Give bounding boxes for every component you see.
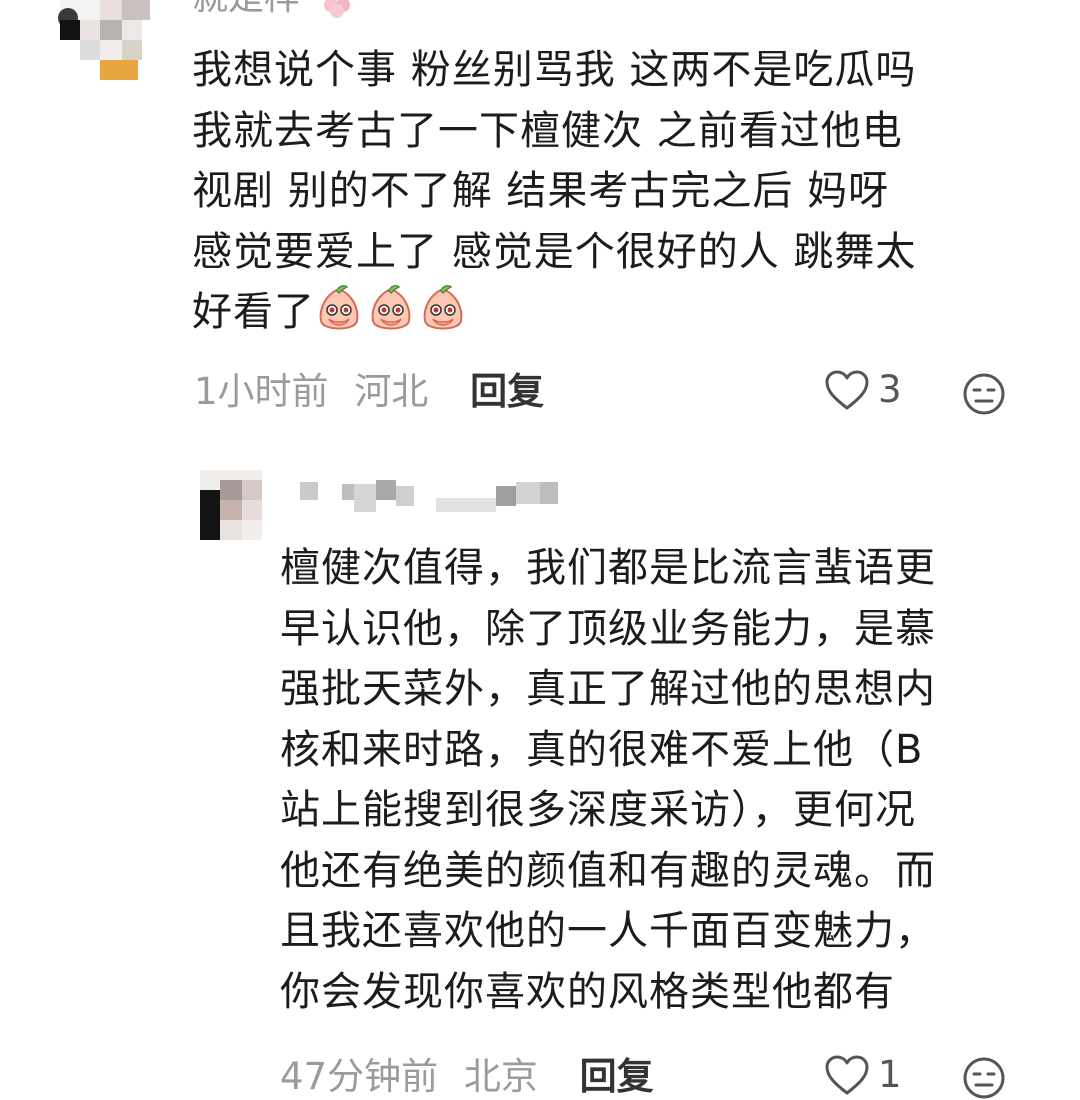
reply-text: 檀健次值得，我们都是比流言蜚语更 早认识他，除了顶级业务能力，是慕 强批天菜外，… xyxy=(280,538,1040,1022)
comment-line: 我就去考古了一下檀健次 之前看过他电 xyxy=(192,107,903,154)
peach-emoji-icon xyxy=(367,283,415,335)
reply-line: 且我还喜欢他的一人千面百变魅力， xyxy=(280,908,936,954)
reply-line: 站上能搜到很多深度采访），更何况 xyxy=(280,787,916,833)
comment-location: 河北 xyxy=(354,370,429,413)
dislike-button[interactable] xyxy=(962,372,1006,416)
author-name: 就是样 xyxy=(192,0,300,18)
comment-line: 感觉要爱上了 感觉是个很好的人 跳舞太 xyxy=(192,228,917,275)
reply-author[interactable] xyxy=(296,478,566,522)
reply-time: 47分钟前 xyxy=(280,1055,439,1098)
reply-line: 核和来时路，真的很难不爱上他（B xyxy=(280,726,924,773)
comment-meta: 1小时前 河北 回复 xyxy=(194,370,544,414)
reply-dislike-button[interactable] xyxy=(962,1056,1006,1100)
reply-line: 强批天菜外，真正了解过他的思想内 xyxy=(280,666,936,712)
heart-outline-icon xyxy=(825,1055,869,1094)
reply-reply-button[interactable]: 回复 xyxy=(580,1055,654,1098)
comment-author[interactable]: 就是样 xyxy=(192,0,357,18)
comment-time: 1小时前 xyxy=(194,370,329,413)
reply-location: 北京 xyxy=(463,1055,538,1098)
neutral-face-icon xyxy=(963,373,1005,415)
comment-line: 好看了 xyxy=(192,289,315,335)
reply-like-count: 1 xyxy=(878,1053,902,1096)
comment-line: 视剧 别的不了解 结果考古完之后 妈呀 xyxy=(192,168,890,214)
neutral-face-icon xyxy=(963,1057,1005,1099)
peach-emoji-icon xyxy=(419,283,467,335)
comment-text: 我想说个事 粉丝别骂我 这两不是吃瓜吗 我就去考古了一下檀健次 之前看过他电 视… xyxy=(192,40,1032,343)
peach-emoji-icon xyxy=(315,283,363,335)
like-count: 3 xyxy=(878,368,902,411)
reply-meta: 47分钟前 北京 回复 xyxy=(280,1055,654,1099)
like-button[interactable]: 3 xyxy=(824,368,902,411)
reply-button[interactable]: 回复 xyxy=(470,370,544,413)
comment-line: 我想说个事 粉丝别骂我 这两不是吃瓜吗 xyxy=(192,47,917,93)
heart-outline-icon xyxy=(825,370,869,409)
reply-line: 你会发现你喜欢的风格类型他都有 xyxy=(280,968,895,1015)
reply-line: 他还有绝美的颜值和有趣的灵魂。而 xyxy=(280,847,936,894)
reply-like-button[interactable]: 1 xyxy=(824,1053,902,1096)
comment-last-line: 好看了 xyxy=(192,282,1032,343)
reply-line: 檀健次值得，我们都是比流言蜚语更 xyxy=(280,545,936,591)
reply-avatar[interactable] xyxy=(200,470,262,540)
avatar[interactable] xyxy=(50,0,150,82)
reply-line: 早认识他，除了顶级业务能力，是慕 xyxy=(280,605,936,652)
flower-badge-icon xyxy=(319,0,357,18)
